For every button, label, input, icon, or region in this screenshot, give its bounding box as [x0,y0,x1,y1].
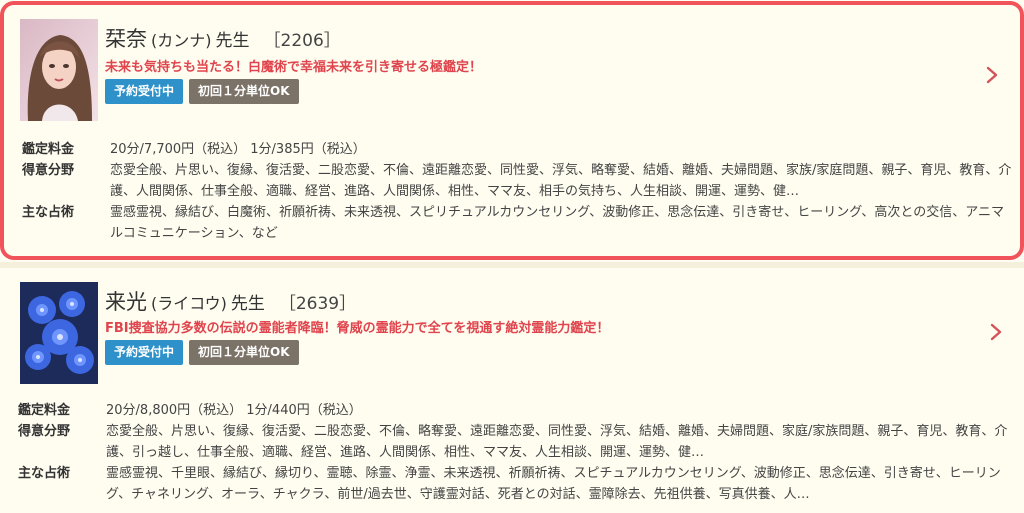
fee-row: 鑑定料金 20分/7,700円（税込） 1分/385円（税込） [22,139,1012,160]
teller-name-row[interactable]: 栞奈 (カンナ) 先生 ［2206］ [105,23,341,53]
fee-label: 鑑定料金 [22,142,75,157]
teller-info: 鑑定料金 20分/8,800円（税込） 1分/440円（税込） 得意分野 恋愛全… [18,400,1008,505]
teller-card[interactable]: 来光 (ライコウ) 先生 ［2639］ FBI捜査協力多数の伝説の霊能者降臨！脅… [0,270,1024,513]
teller-badges: 予約受付中 初回１分単位OK [105,340,299,365]
fields-value: 恋愛全般、片思い、復縁、復活愛、二股恋愛、不倫、遠距離恋愛、同性愛、浮気、略奪愛… [110,163,1012,199]
teller-catchphrase: FBI捜査協力多数の伝説の霊能者降臨！脅威の霊能力で全てを視通す絶対霊能力鑑定！ [105,321,610,336]
fee-value: 20分/7,700円（税込） 1分/385円（税込） [110,142,366,157]
teller-code: ［2206］ [263,31,341,51]
first-time-badge: 初回１分単位OK [189,340,299,365]
teller-honorific: 先生 [230,294,265,314]
fee-value: 20分/8,800円（税込） 1分/440円（税込） [106,403,362,418]
teller-photo[interactable] [20,19,98,121]
teller-catchphrase: 未来も気持ちも当たる！白魔術で幸福未来を引き寄せる極鑑定！ [105,60,483,75]
methods-label: 主な占術 [18,466,71,481]
methods-label: 主な占術 [22,205,75,220]
methods-value: 霊感霊視、千里眼、縁結び、縁切り、霊聴、除霊、浄霊、未来透視、祈願祈祷、スピチュ… [106,466,1001,502]
methods-value: 霊感霊視、縁結び、白魔術、祈願祈祷、未来透視、スピリチュアルカウンセリング、波動… [110,205,1005,241]
teller-kana: (ライコウ) [151,294,227,313]
fields-label: 得意分野 [22,163,75,178]
teller-name: 来光 [105,290,147,314]
fortune-teller-list: 栞奈 (カンナ) 先生 ［2206］ 未来も気持ちも当たる！白魔術で幸福未来を引… [0,0,1024,513]
reservation-badge: 予約受付中 [105,79,184,104]
chevron-right-icon[interactable] [984,65,1000,85]
teller-code: ［2639］ [278,294,357,314]
teller-name: 栞奈 [105,27,147,51]
fee-row: 鑑定料金 20分/8,800円（税込） 1分/440円（税込） [18,400,1008,421]
teller-kana: (カンナ) [151,31,212,50]
fields-label: 得意分野 [18,424,71,439]
teller-card[interactable]: 栞奈 (カンナ) 先生 ［2206］ 未来も気持ちも当たる！白魔術で幸福未来を引… [0,1,1024,260]
reservation-badge: 予約受付中 [105,340,184,365]
teller-honorific: 先生 [215,31,250,51]
teller-info: 鑑定料金 20分/7,700円（税込） 1分/385円（税込） 得意分野 恋愛全… [22,139,1012,244]
fields-value: 恋愛全般、片思い、復縁、復活愛、二股恋愛、不倫、略奪愛、遠距離恋愛、同性愛、浮気… [106,424,1008,460]
teller-badges: 予約受付中 初回１分単位OK [105,79,299,104]
fields-row: 得意分野 恋愛全般、片思い、復縁、復活愛、二股恋愛、不倫、略奪愛、遠距離恋愛、同… [18,421,1008,463]
first-time-badge: 初回１分単位OK [189,79,299,104]
fee-label: 鑑定料金 [18,403,71,418]
methods-row: 主な占術 霊感霊視、縁結び、白魔術、祈願祈祷、未来透視、スピリチュアルカウンセリ… [22,202,1012,244]
chevron-right-icon[interactable] [988,322,1004,342]
methods-row: 主な占術 霊感霊視、千里眼、縁結び、縁切り、霊聴、除霊、浄霊、未来透視、祈願祈祷… [18,463,1008,505]
card-divider [0,262,1024,268]
teller-name-row[interactable]: 来光 (ライコウ) 先生 ［2639］ [105,286,356,316]
teller-photo[interactable] [20,282,98,384]
fields-row: 得意分野 恋愛全般、片思い、復縁、復活愛、二股恋愛、不倫、遠距離恋愛、同性愛、浮… [22,160,1012,202]
